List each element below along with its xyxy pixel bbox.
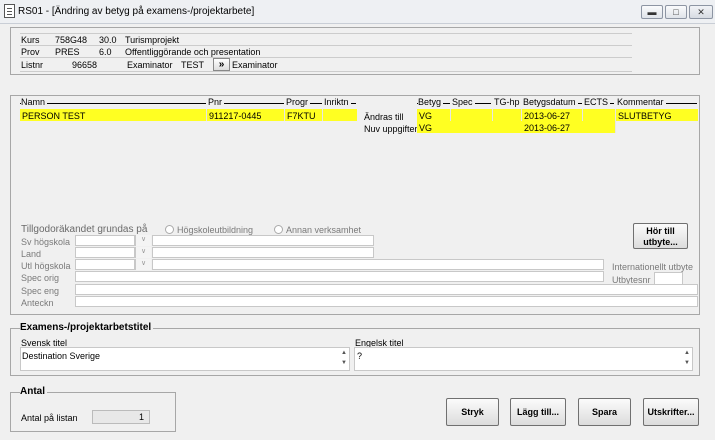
- antal-value: 1: [92, 410, 150, 424]
- betygsdatum-header: Betygsdatum: [523, 97, 578, 107]
- nuv-uppgifter-row: [417, 121, 615, 133]
- inriktn-header: Inriktn: [324, 97, 351, 107]
- ects-header: ECTS: [584, 97, 611, 107]
- pnr-header: Pnr: [208, 97, 225, 107]
- radio-hogskoleutbildning[interactable]: [165, 225, 174, 234]
- progr-header: Progr: [286, 97, 311, 107]
- sv-hogskola-field[interactable]: [152, 235, 374, 246]
- examinator-button-label: Examinator: [232, 60, 278, 70]
- maximize-icon[interactable]: □: [665, 5, 687, 19]
- spec-orig-field[interactable]: [75, 271, 604, 282]
- tghp-header: TG-hp: [494, 97, 522, 107]
- lagg-till-button[interactable]: Lägg till...: [510, 398, 566, 426]
- prov-label: Prov: [21, 47, 40, 57]
- spec-eng-label: Spec eng: [21, 286, 60, 296]
- hor-till-utbyte-button[interactable]: Hör till utbyte...: [633, 223, 688, 249]
- engelsk-titel-textarea[interactable]: [354, 347, 693, 371]
- student-pnr: 911217-0445: [209, 111, 262, 121]
- close-icon[interactable]: ✕: [689, 5, 713, 19]
- sv-hogskola-code[interactable]: [75, 235, 135, 246]
- andras-datum: 2013-06-27: [524, 111, 571, 121]
- andras-betyg: VG: [419, 111, 433, 121]
- nuv-betyg: VG: [419, 123, 433, 133]
- radio-annan-verksamhet[interactable]: [274, 225, 283, 234]
- spara-button[interactable]: Spara: [578, 398, 631, 426]
- prov-name: Offentliggörande och presentation: [125, 47, 261, 57]
- anteckn-label: Anteckn: [21, 298, 54, 308]
- examinator-value: TEST: [181, 60, 205, 70]
- utl-hogskola-label: Utl högskola: [21, 261, 71, 271]
- betyg-header: Betyg: [418, 97, 444, 107]
- land-label: Land: [21, 249, 42, 259]
- prov-points: 6.0: [99, 47, 112, 57]
- minimize-icon[interactable]: ▬: [641, 5, 663, 19]
- stryk-button[interactable]: Stryk: [446, 398, 499, 426]
- tillgodo-label: Tillgodoräkandet grundas på: [21, 224, 148, 235]
- examinator-label: Examinator: [127, 60, 173, 70]
- land-code[interactable]: [75, 247, 135, 258]
- student-progr: F7KTU: [287, 111, 316, 121]
- kurs-code: 758G48: [55, 35, 88, 45]
- engelsk-titel-value: ?: [357, 351, 363, 361]
- document-icon: [4, 4, 15, 18]
- spec-orig-label: Spec orig: [21, 273, 60, 283]
- listnr-value: 96658: [72, 60, 98, 70]
- kommentar-header: Kommentar: [617, 97, 666, 107]
- utl-hogskola-code[interactable]: [75, 259, 135, 270]
- svensk-titel-value: Destination Sverige: [22, 351, 101, 361]
- nuv-uppgifter-label: Nuv uppgifter: [364, 124, 418, 134]
- spec-eng-field[interactable]: [75, 284, 698, 295]
- title-bar: RS01 - [Ändring av betyg på examens-/pro…: [0, 0, 715, 24]
- hor-till-line2: utbyte...: [643, 237, 678, 247]
- student-name: PERSON TEST: [22, 111, 86, 121]
- kurs-points: 30.0: [99, 35, 117, 45]
- andras-till-label: Ändras till: [364, 112, 404, 122]
- anteckn-field[interactable]: [75, 296, 698, 307]
- antal-group-title: Antal: [20, 386, 47, 398]
- svensk-titel-scrollbar[interactable]: ▲ ▼: [339, 348, 349, 370]
- namn-header: Namn: [21, 97, 48, 107]
- antal-label: Antal på listan: [21, 413, 78, 423]
- kurs-name: Turismprojekt: [125, 35, 180, 45]
- radio-annan-verksamhet-label: Annan verksamhet: [286, 225, 362, 235]
- window-title: RS01 - [Ändring av betyg på examens-/pro…: [18, 6, 255, 17]
- sv-hogskola-label: Sv högskola: [21, 237, 71, 247]
- andras-kommentar: SLUTBETYG: [618, 111, 672, 121]
- radio-hogskoleutbildning-label: Högskoleutbildning: [177, 225, 254, 235]
- hor-till-line1: Hör till: [646, 226, 675, 236]
- titel-group-title: Examens-/projektarbetstitel: [20, 322, 154, 334]
- namn-header-line: [20, 97, 206, 104]
- engelsk-titel-scrollbar[interactable]: ▲ ▼: [682, 348, 692, 370]
- utskrifter-button[interactable]: Utskrifter...: [643, 398, 699, 426]
- chevron-down-icon[interactable]: ∨: [135, 259, 151, 270]
- utl-hogskola-field[interactable]: [152, 259, 604, 270]
- listnr-label: Listnr: [21, 60, 44, 70]
- chevron-down-icon[interactable]: ∨: [135, 235, 151, 246]
- kurs-label: Kurs: [21, 35, 40, 45]
- internationellt-utbyte-label: Internationellt utbyte: [612, 262, 694, 272]
- examinator-button[interactable]: »: [213, 58, 230, 71]
- land-field[interactable]: [152, 247, 374, 258]
- prov-code: PRES: [55, 47, 80, 57]
- chevron-down-icon[interactable]: ∨: [135, 247, 151, 258]
- spec-header: Spec: [452, 97, 475, 107]
- nuv-datum: 2013-06-27: [524, 123, 571, 133]
